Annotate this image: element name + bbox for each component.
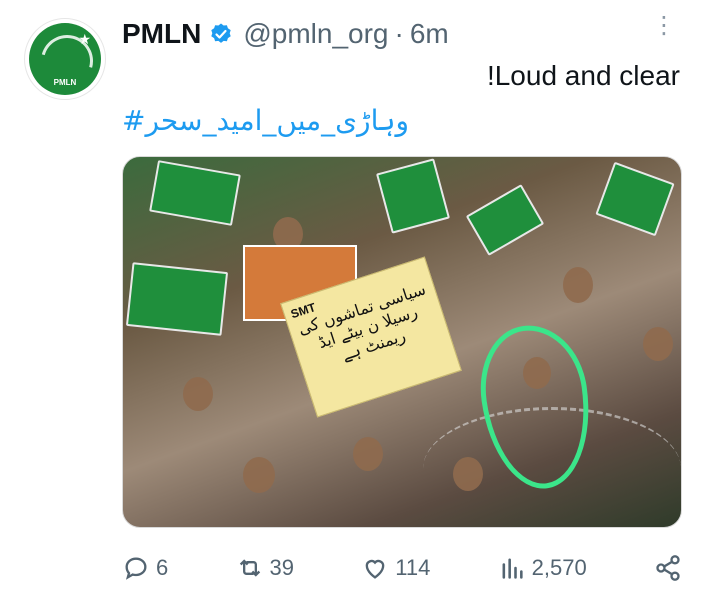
post-time[interactable]: 6m (410, 18, 449, 50)
person-head (183, 377, 213, 411)
reply-icon (122, 554, 150, 582)
logo-label: PMLN (53, 78, 77, 87)
repost-icon (236, 554, 264, 582)
pmln-logo: ★ PMLN (29, 23, 101, 95)
person-head (243, 457, 275, 493)
person-head (643, 327, 673, 361)
heart-icon (361, 554, 389, 582)
green-flag (125, 262, 229, 336)
separator: · (394, 18, 404, 49)
green-flag (595, 161, 675, 237)
like-button[interactable]: 114 (361, 554, 430, 582)
tweet-photo[interactable]: SMT سیاسی تماشوں کی رسیلا ن بیٹے ایڈ ریم… (122, 156, 682, 528)
views-count: 2,570 (531, 555, 587, 580)
account-handle[interactable]: @pmln_org (243, 18, 388, 50)
tweet-actions: 6 39 114 2,570 (122, 548, 682, 588)
avatar[interactable]: ★ PMLN (24, 18, 106, 100)
views-button[interactable]: 2,570 (498, 554, 587, 582)
share-icon (654, 554, 682, 582)
star-icon: ★ (78, 31, 91, 47)
account-name[interactable]: PMLN (122, 18, 201, 50)
verified-badge-icon (209, 22, 233, 46)
like-count: 114 (395, 555, 431, 580)
green-flag (465, 184, 545, 256)
green-flag (149, 160, 241, 226)
share-button[interactable] (654, 554, 682, 582)
person-head (563, 267, 593, 303)
green-flag (375, 158, 451, 234)
views-chart-icon (498, 554, 526, 582)
more-options-icon[interactable]: ⋮ (652, 14, 676, 38)
reply-count: 6 (156, 555, 169, 580)
reply-button[interactable]: 6 (122, 554, 168, 582)
tweet-text: !Loud and clear (486, 60, 680, 91)
tweet-header: PMLN @pmln_org · 6m ⋮ (122, 14, 682, 54)
repost-count: 39 (269, 555, 295, 580)
person-head (353, 437, 383, 471)
repost-button[interactable]: 39 (236, 554, 294, 582)
hashtag-link[interactable]: #وہاڑی_میں_امید_سحر (122, 104, 409, 137)
